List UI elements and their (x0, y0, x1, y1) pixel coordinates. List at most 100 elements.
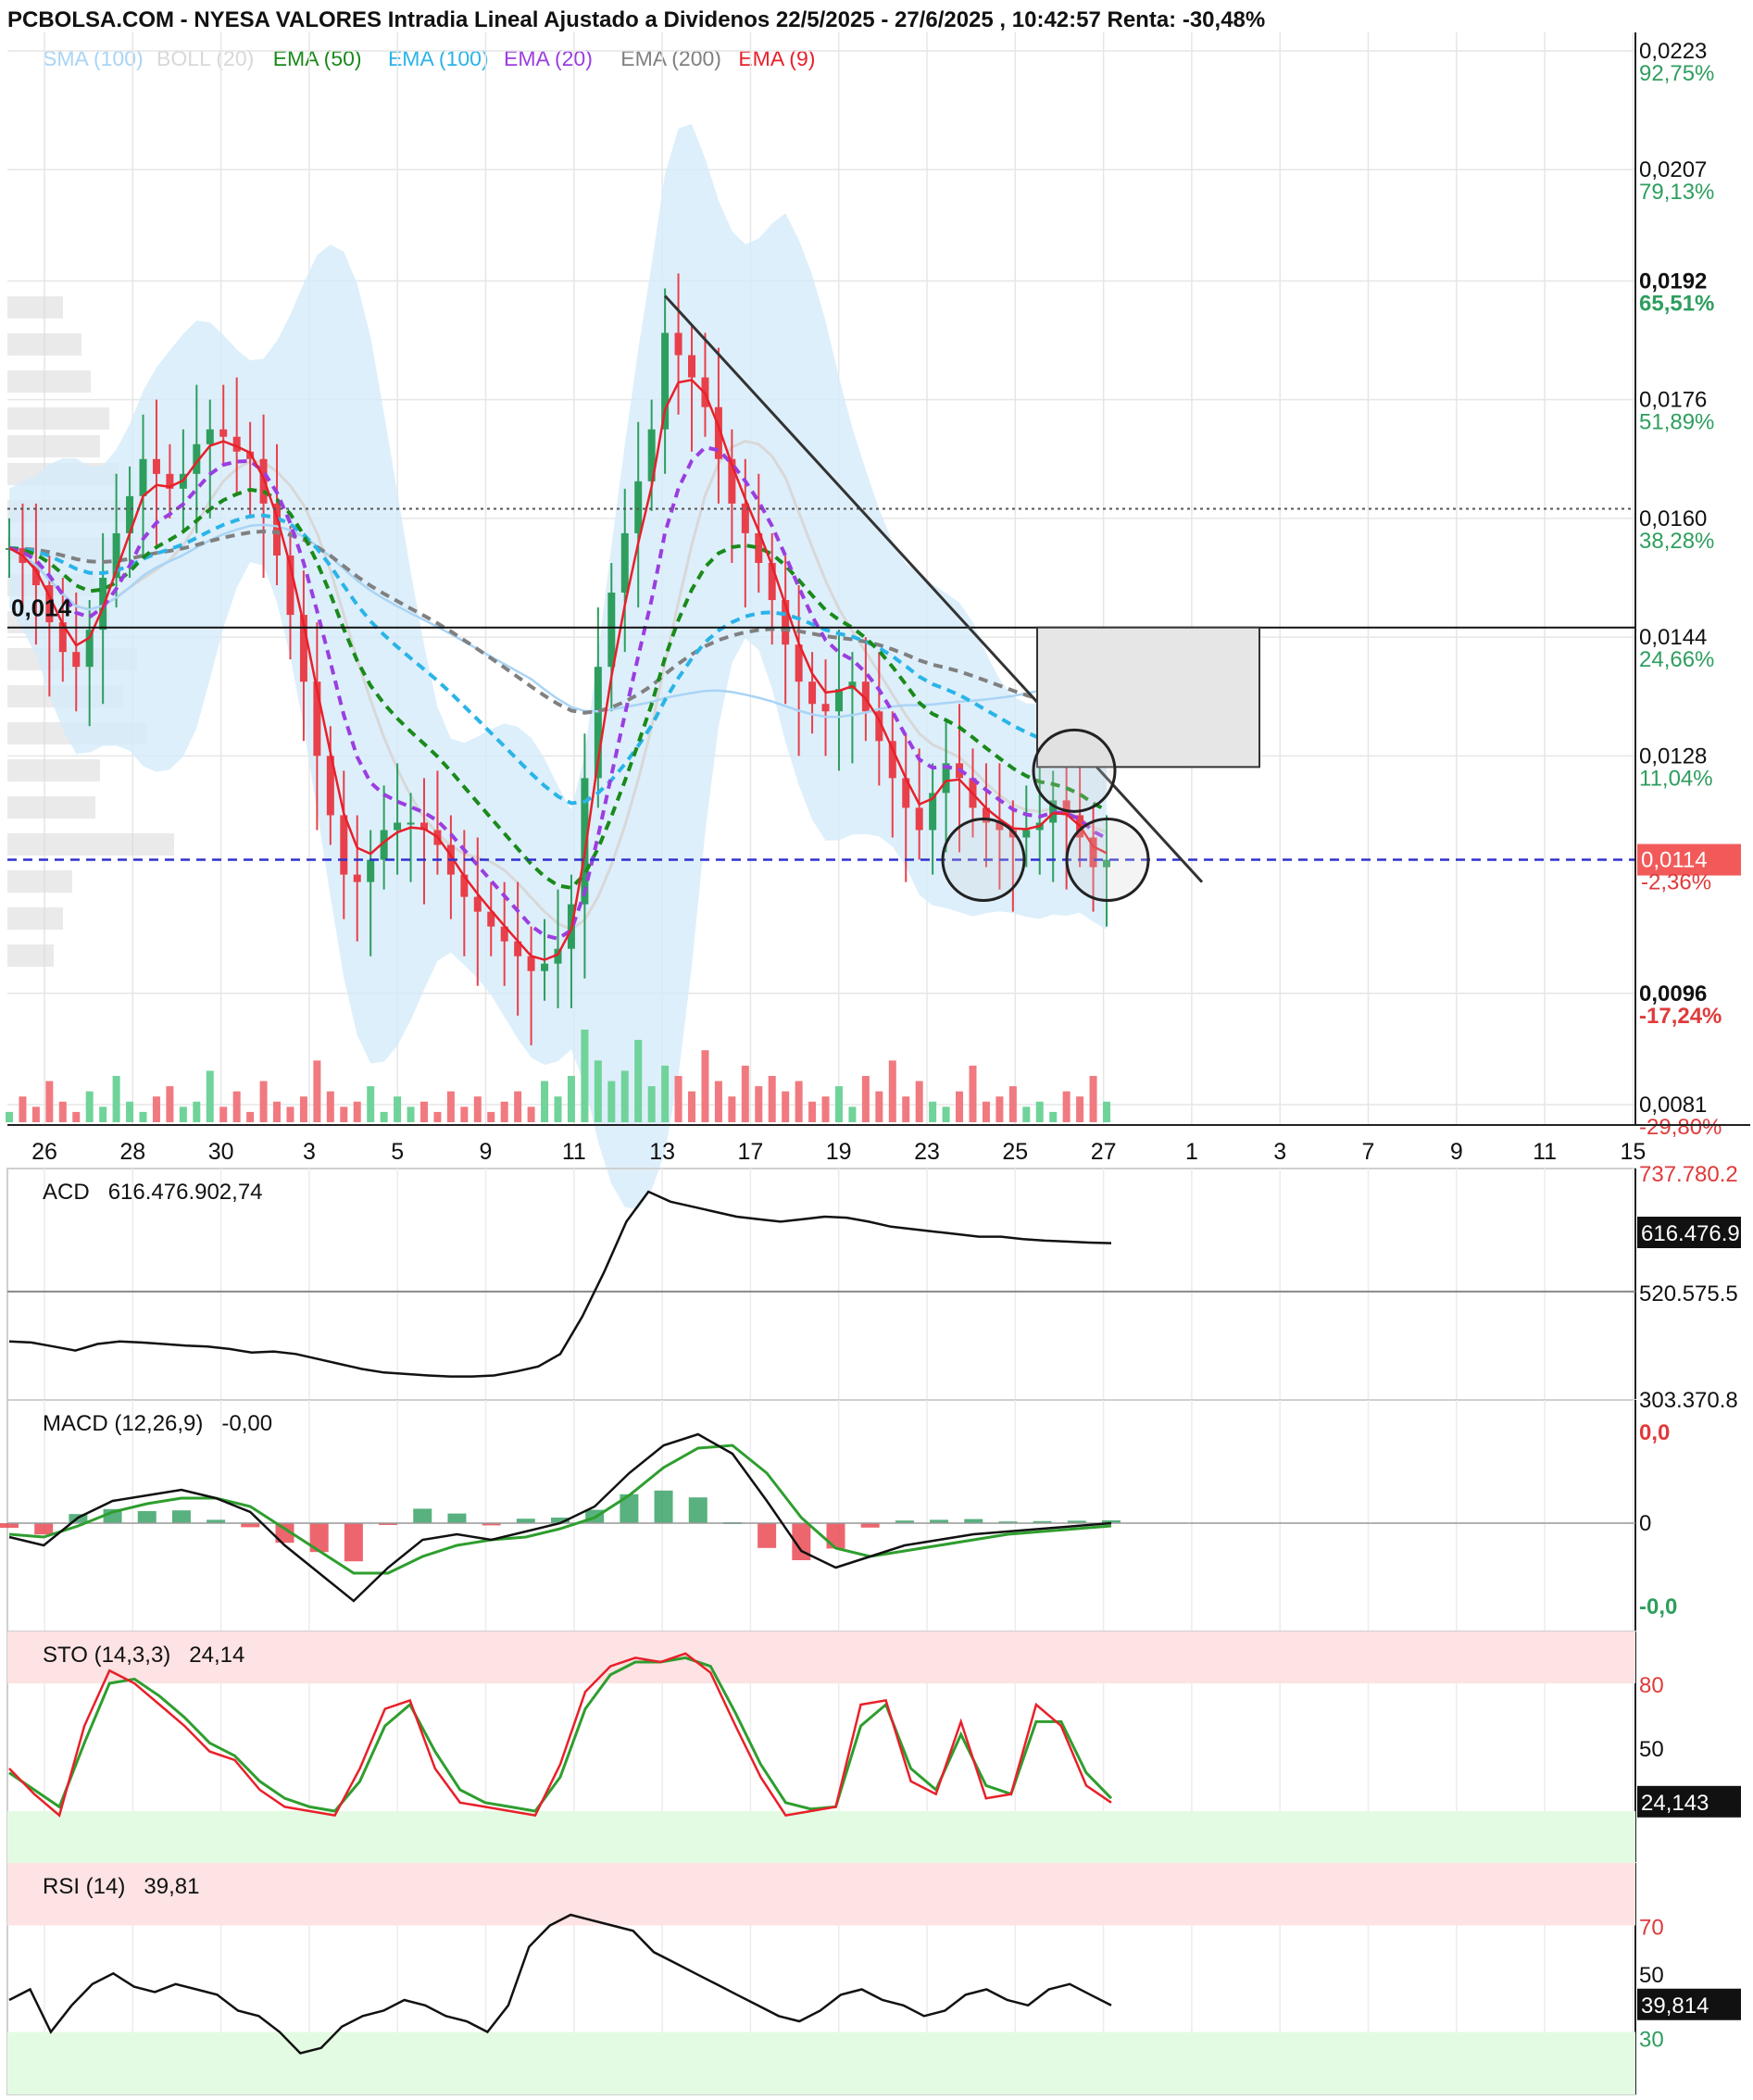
volume-bar-10 (139, 1111, 147, 1122)
candle-body-76 (1022, 830, 1031, 838)
candle-body-50 (674, 332, 682, 356)
volume-bar-33 (446, 1091, 455, 1122)
x-tick-5: 9 (480, 1139, 493, 1165)
x-tick-4: 5 (391, 1139, 404, 1165)
candle-body-40 (541, 963, 549, 971)
volume-profile-bar-0 (7, 296, 63, 319)
pct-tick-3: 51,89% (1639, 410, 1714, 435)
volume-bar-17 (232, 1091, 241, 1122)
price-tick-3: 0,0176 (1639, 388, 1707, 413)
annotation-circle-1 (941, 818, 1026, 903)
acd-tick-top: 737.780.2 (1639, 1162, 1738, 1187)
volume-bar-37 (500, 1101, 508, 1122)
volume-bar-36 (487, 1111, 495, 1122)
x-tick-16: 9 (1450, 1139, 1463, 1165)
volume-bar-69 (929, 1101, 937, 1122)
candle-body-5 (72, 652, 81, 668)
rsi-label: RSI (14) 39,81 (43, 1874, 199, 1900)
volume-bar-70 (942, 1106, 950, 1122)
candle-body-26 (353, 874, 361, 882)
candle-body-46 (620, 532, 629, 594)
volume-profile-bar-4 (7, 435, 100, 457)
volume-bar-81 (1089, 1076, 1097, 1122)
volume-bar-67 (902, 1096, 910, 1122)
volume-bar-39 (527, 1106, 535, 1122)
pct-tick-7: -17,24% (1639, 1004, 1722, 1029)
candle-body-10 (139, 458, 147, 496)
volume-bar-41 (554, 1096, 562, 1122)
x-tick-12: 27 (1091, 1139, 1117, 1165)
price-tick-8: 0,0081 (1639, 1093, 1707, 1118)
x-tick-7: 13 (649, 1139, 675, 1165)
volume-profile-bar-2 (7, 370, 91, 393)
volume-bar-13 (179, 1106, 187, 1122)
volume-bar-38 (514, 1091, 522, 1122)
price-tick-7: 0,0096 (1639, 981, 1707, 1006)
x-tick-8: 17 (737, 1139, 763, 1165)
candle-body-35 (473, 896, 482, 912)
volume-bar-28 (380, 1111, 388, 1122)
volume-bar-45 (607, 1081, 616, 1122)
sto-overbought-zone (7, 1631, 1635, 1683)
volume-bar-40 (541, 1081, 549, 1122)
candle-body-15 (206, 429, 214, 444)
volume-profile-bar-13 (7, 759, 100, 781)
macd-title: MACD (12,26,9) (43, 1411, 204, 1436)
rsi-tick-50: 50 (1639, 1963, 1664, 1988)
macd-tick-top: 0,0 (1639, 1420, 1670, 1445)
macd-label: MACD (12,26,9) -0,00 (43, 1411, 272, 1437)
volume-bar-64 (861, 1076, 870, 1122)
volume-bar-62 (834, 1086, 843, 1122)
volume-bar-32 (433, 1111, 442, 1122)
candle-body-29 (394, 822, 402, 831)
x-tick-11: 25 (1002, 1139, 1028, 1165)
volume-bar-65 (875, 1091, 883, 1122)
volume-bar-42 (567, 1076, 575, 1122)
volume-bar-46 (620, 1070, 629, 1122)
price-tick-1: 0,0207 (1639, 157, 1707, 182)
volume-profile-bar-17 (7, 907, 63, 930)
acd-tag-value: 616.476.9 (1641, 1221, 1740, 1246)
volume-bar-47 (634, 1040, 643, 1122)
volume-bar-23 (313, 1060, 321, 1122)
candle-body-61 (821, 704, 830, 712)
x-tick-17: 11 (1533, 1139, 1557, 1165)
chart-svg: 0,014 0,022392,75% 0,020779,13% 0,019265,51… (0, 32, 1750, 2095)
acd-title: ACD (43, 1180, 90, 1205)
price-tick-5: 0,0144 (1639, 625, 1707, 650)
volume-bar-48 (647, 1086, 656, 1122)
x-tick-15: 7 (1362, 1139, 1375, 1165)
volume-bar-4 (58, 1101, 67, 1122)
volume-bar-61 (821, 1096, 830, 1122)
volume-bar-78 (1049, 1111, 1058, 1122)
volume-bar-66 (888, 1060, 896, 1122)
macd-signal-line (8, 1444, 1112, 1575)
macd-hist-20 (688, 1497, 707, 1523)
volume-bar-35 (473, 1096, 482, 1122)
macd-hist-10 (344, 1523, 363, 1562)
candle-body-47 (634, 481, 643, 533)
volume-bar-52 (701, 1050, 709, 1122)
pct-tick-6: 11,04% (1639, 766, 1713, 791)
macd-tick-zero: 0 (1639, 1511, 1651, 1536)
volume-bar-18 (246, 1111, 255, 1122)
volume-bar-3 (45, 1081, 54, 1122)
volume-bar-77 (1035, 1101, 1044, 1122)
volume-bar-2 (31, 1106, 40, 1122)
macd-hist-1 (34, 1523, 54, 1535)
volume-bar-73 (982, 1101, 990, 1122)
x-tick-1: 28 (119, 1139, 145, 1165)
last-pct-value: -2,36% (1641, 870, 1711, 895)
volume-profile-bar-3 (7, 407, 109, 430)
candle-body-60 (808, 681, 817, 705)
macd-hist-19 (654, 1490, 673, 1523)
candle-body-68 (915, 807, 923, 831)
acd-tick-bot: 303.370.8 (1639, 1388, 1738, 1413)
volume-bar-74 (995, 1096, 1004, 1122)
volume-bar-79 (1062, 1091, 1071, 1122)
volume-bar-34 (460, 1106, 469, 1122)
rsi-tick-70: 70 (1639, 1916, 1664, 1941)
candle-body-62 (834, 689, 843, 712)
price-tick-4: 0,0160 (1639, 506, 1707, 531)
volume-profile-bar-18 (7, 944, 54, 967)
